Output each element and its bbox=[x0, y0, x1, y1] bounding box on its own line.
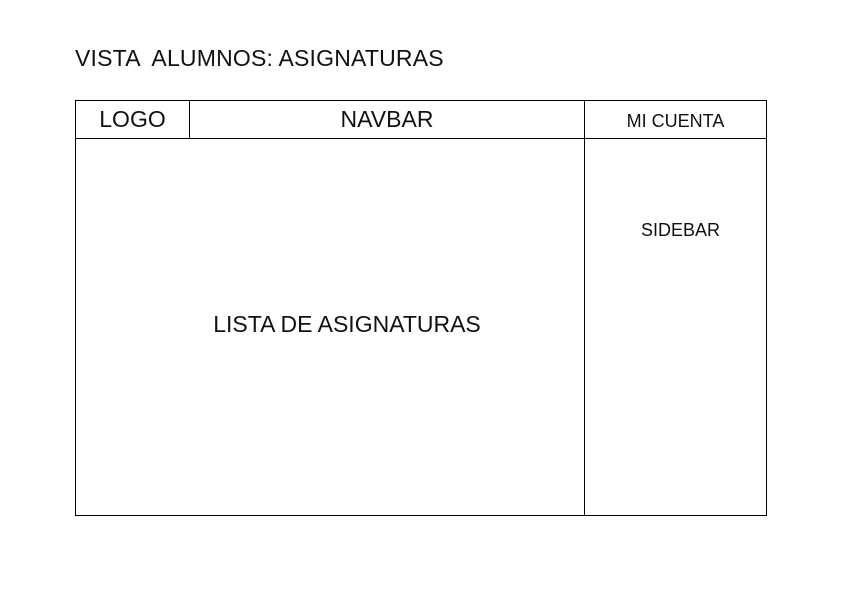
navbar-label: NAVBAR bbox=[340, 106, 434, 132]
logo-label: LOGO bbox=[99, 106, 166, 132]
wireframe-layout: LOGO NAVBAR MI CUENTA LISTA DE ASIGNATUR… bbox=[75, 100, 767, 516]
sidebar-label: SIDEBAR bbox=[640, 220, 721, 240]
page-title: VISTA ALUMNOS: ASIGNATURAS bbox=[75, 45, 444, 71]
main-content-label: LISTA DE ASIGNATURAS bbox=[213, 310, 481, 337]
sidebar-box: SIDEBAR bbox=[584, 139, 766, 515]
navbar-box: NAVBAR bbox=[190, 101, 584, 139]
main-content-box: LISTA DE ASIGNATURAS bbox=[76, 139, 584, 515]
account-label: MI CUENTA bbox=[626, 111, 725, 131]
logo-box: LOGO bbox=[76, 101, 190, 139]
account-box: MI CUENTA bbox=[584, 101, 766, 139]
